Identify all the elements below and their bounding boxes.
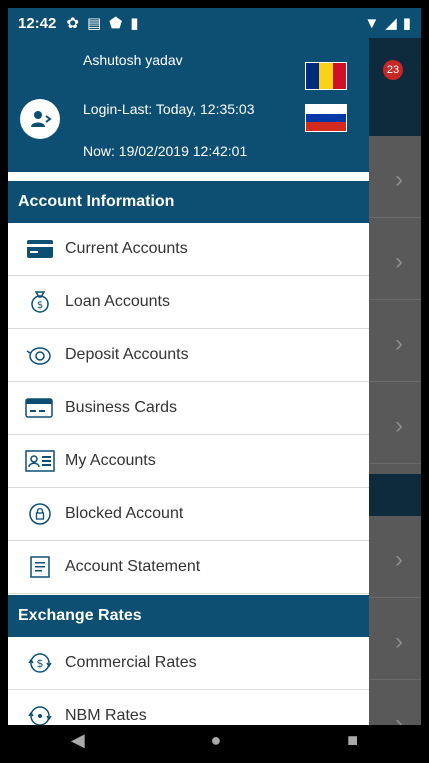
exchange-icon [25, 701, 55, 725]
sim-card-icon: ▮ [130, 15, 139, 32]
statement-icon [25, 552, 55, 582]
piggy-bank-icon [25, 340, 55, 370]
chevron-right-icon: › [395, 628, 403, 655]
background-section-header [369, 474, 421, 516]
signal-icon: ◢ [385, 15, 397, 32]
message-icon: ▤ [86, 15, 102, 32]
user-logout-icon [31, 111, 52, 127]
background-row[interactable]: › [369, 382, 421, 464]
background-row[interactable]: › [369, 218, 421, 300]
lock-icon [25, 499, 55, 529]
menu-item-label: Business Cards [65, 399, 178, 416]
russian-flag-button[interactable] [305, 104, 347, 132]
status-time: 12:42 [18, 14, 57, 32]
login-last: Login-Last: Today, 12:35:03 [83, 101, 255, 117]
menu-item-account-statement[interactable]: Account Statement [8, 541, 369, 594]
menu-item-label: Commercial Rates [65, 654, 197, 671]
svg-text:$: $ [37, 300, 43, 311]
menu-item-label: Current Accounts [65, 240, 188, 257]
home-icon[interactable]: ● [211, 730, 222, 751]
menu-item-deposit-accounts[interactable]: Deposit Accounts [8, 329, 369, 382]
menu-item-label: Blocked Account [65, 505, 184, 522]
menu-item-loan-accounts[interactable]: $ Loan Accounts [8, 276, 369, 329]
background-row[interactable]: › [369, 598, 421, 680]
navigation-drawer: Ashutosh yadav Login-Last: Today, 12:35:… [8, 38, 369, 725]
drawer-header: Ashutosh yadav Login-Last: Today, 12:35:… [8, 38, 369, 172]
menu-item-label: NBM Rates [65, 707, 147, 724]
svg-text:$: $ [37, 657, 44, 670]
business-card-icon [25, 393, 55, 423]
menu-item-label: Account Statement [65, 558, 201, 575]
settings-icon: ✿ [66, 15, 79, 32]
chevron-right-icon: › [395, 166, 403, 193]
money-bag-icon: $ [25, 287, 55, 317]
menu-item-nbm-rates[interactable]: NBM Rates [8, 690, 369, 725]
menu-item-current-accounts[interactable]: Current Accounts [8, 223, 369, 276]
shield-icon: ⬟ [109, 15, 123, 32]
romanian-flag-button[interactable] [305, 62, 347, 90]
background-row[interactable]: › [369, 300, 421, 382]
system-nav-bar: ◀ ● ■ [8, 725, 421, 755]
current-time: Now: 19/02/2019 12:42:01 [83, 143, 248, 159]
chevron-right-icon: › [395, 248, 403, 275]
menu-item-label: My Accounts [65, 452, 156, 469]
menu-item-business-cards[interactable]: Business Cards [8, 382, 369, 435]
background-app: 23 › › › › › › › [369, 38, 421, 737]
section-account-information: Account Information [8, 181, 369, 223]
user-name: Ashutosh yadav [83, 52, 183, 68]
recents-icon[interactable]: ■ [347, 730, 358, 751]
background-header: 23 [369, 38, 421, 136]
background-row[interactable]: › [369, 516, 421, 598]
menu-item-label: Loan Accounts [65, 293, 170, 310]
battery-icon: ▮ [402, 15, 411, 32]
background-row[interactable]: › [369, 136, 421, 218]
chevron-right-icon: › [395, 546, 403, 573]
logout-button[interactable] [20, 99, 60, 139]
phone-screen: 12:42 ✿ ▤ ⬟ ▮ ▼ ◢ ▮ 23 › › › › › › › Ash… [8, 8, 421, 755]
section-exchange-rates: Exchange Rates [8, 595, 369, 637]
chevron-right-icon: › [395, 330, 403, 357]
menu-item-my-accounts[interactable]: My Accounts [8, 435, 369, 488]
menu-item-commercial-rates[interactable]: $ Commercial Rates [8, 637, 369, 690]
menu-item-blocked-account[interactable]: Blocked Account [8, 488, 369, 541]
status-bar: 12:42 ✿ ▤ ⬟ ▮ ▼ ◢ ▮ [8, 8, 421, 38]
notification-badge[interactable]: 23 [383, 60, 403, 80]
credit-card-icon [25, 234, 55, 264]
id-card-icon [25, 446, 55, 476]
back-icon[interactable]: ◀ [71, 730, 85, 751]
wifi-icon: ▼ [364, 14, 380, 32]
menu-item-label: Deposit Accounts [65, 346, 189, 363]
chevron-right-icon: › [395, 412, 403, 439]
currency-exchange-icon: $ [25, 648, 55, 678]
